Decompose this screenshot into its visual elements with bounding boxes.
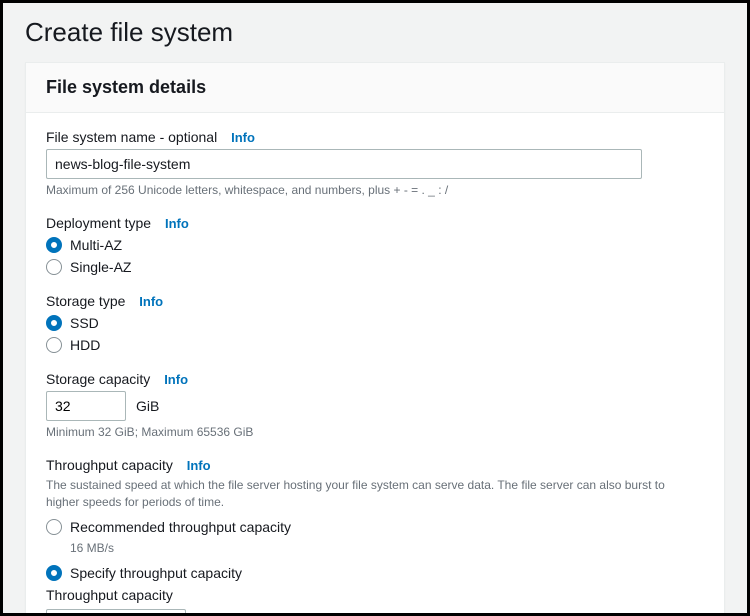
storage-type-info-link[interactable]: Info <box>139 294 163 309</box>
storage-hdd-radio[interactable]: HDD <box>46 337 704 353</box>
throughput-capacity-field: Throughput capacity Info The sustained s… <box>46 457 704 616</box>
deployment-multi-az-radio[interactable]: Multi-AZ <box>46 237 704 253</box>
file-system-name-info-link[interactable]: Info <box>231 130 255 145</box>
throughput-capacity-select[interactable]: 64 MB/s <box>46 609 186 616</box>
throughput-specify-label: Specify throughput capacity <box>70 565 242 581</box>
radio-icon <box>46 519 62 535</box>
storage-type-field: Storage type Info SSD HDD <box>46 293 704 353</box>
file-system-name-hint: Maximum of 256 Unicode letters, whitespa… <box>46 183 704 197</box>
file-system-name-input[interactable] <box>46 149 642 179</box>
storage-capacity-info-link[interactable]: Info <box>164 372 188 387</box>
page-title: Create file system <box>3 3 747 62</box>
throughput-recommended-label: Recommended throughput capacity <box>70 519 291 535</box>
throughput-capacity-info-link[interactable]: Info <box>187 458 211 473</box>
radio-icon <box>46 565 62 581</box>
throughput-recommended-sub: 16 MB/s <box>70 541 704 555</box>
radio-icon <box>46 237 62 253</box>
storage-capacity-hint: Minimum 32 GiB; Maximum 65536 GiB <box>46 425 704 439</box>
panel-body: File system name - optional Info Maximum… <box>26 113 724 616</box>
storage-ssd-label: SSD <box>70 315 99 331</box>
file-system-name-label: File system name - optional <box>46 129 217 145</box>
deployment-type-field: Deployment type Info Multi-AZ Single-AZ <box>46 215 704 275</box>
throughput-select-wrap: 64 MB/s <box>46 609 186 616</box>
throughput-capacity-description: The sustained speed at which the file se… <box>46 477 686 511</box>
deployment-type-info-link[interactable]: Info <box>165 216 189 231</box>
storage-hdd-label: HDD <box>70 337 100 353</box>
throughput-recommended-radio[interactable]: Recommended throughput capacity <box>46 519 704 535</box>
storage-capacity-unit: GiB <box>136 398 159 414</box>
panel-header: File system details <box>26 63 724 113</box>
deployment-single-az-radio[interactable]: Single-AZ <box>46 259 704 275</box>
file-system-name-field: File system name - optional Info Maximum… <box>46 129 704 197</box>
storage-ssd-radio[interactable]: SSD <box>46 315 704 331</box>
storage-capacity-field: Storage capacity Info GiB Minimum 32 GiB… <box>46 371 704 439</box>
throughput-capacity-label: Throughput capacity <box>46 457 173 473</box>
page-container: Create file system File system details F… <box>0 0 750 616</box>
file-system-details-panel: File system details File system name - o… <box>25 62 725 616</box>
deployment-type-label: Deployment type <box>46 215 151 231</box>
deployment-single-az-label: Single-AZ <box>70 259 131 275</box>
radio-icon <box>46 259 62 275</box>
radio-icon <box>46 315 62 331</box>
throughput-specify-radio[interactable]: Specify throughput capacity <box>46 565 704 581</box>
throughput-select-label: Throughput capacity <box>46 587 704 603</box>
radio-icon <box>46 337 62 353</box>
storage-capacity-input[interactable] <box>46 391 126 421</box>
deployment-multi-az-label: Multi-AZ <box>70 237 122 253</box>
storage-type-label: Storage type <box>46 293 125 309</box>
storage-capacity-label: Storage capacity <box>46 371 150 387</box>
